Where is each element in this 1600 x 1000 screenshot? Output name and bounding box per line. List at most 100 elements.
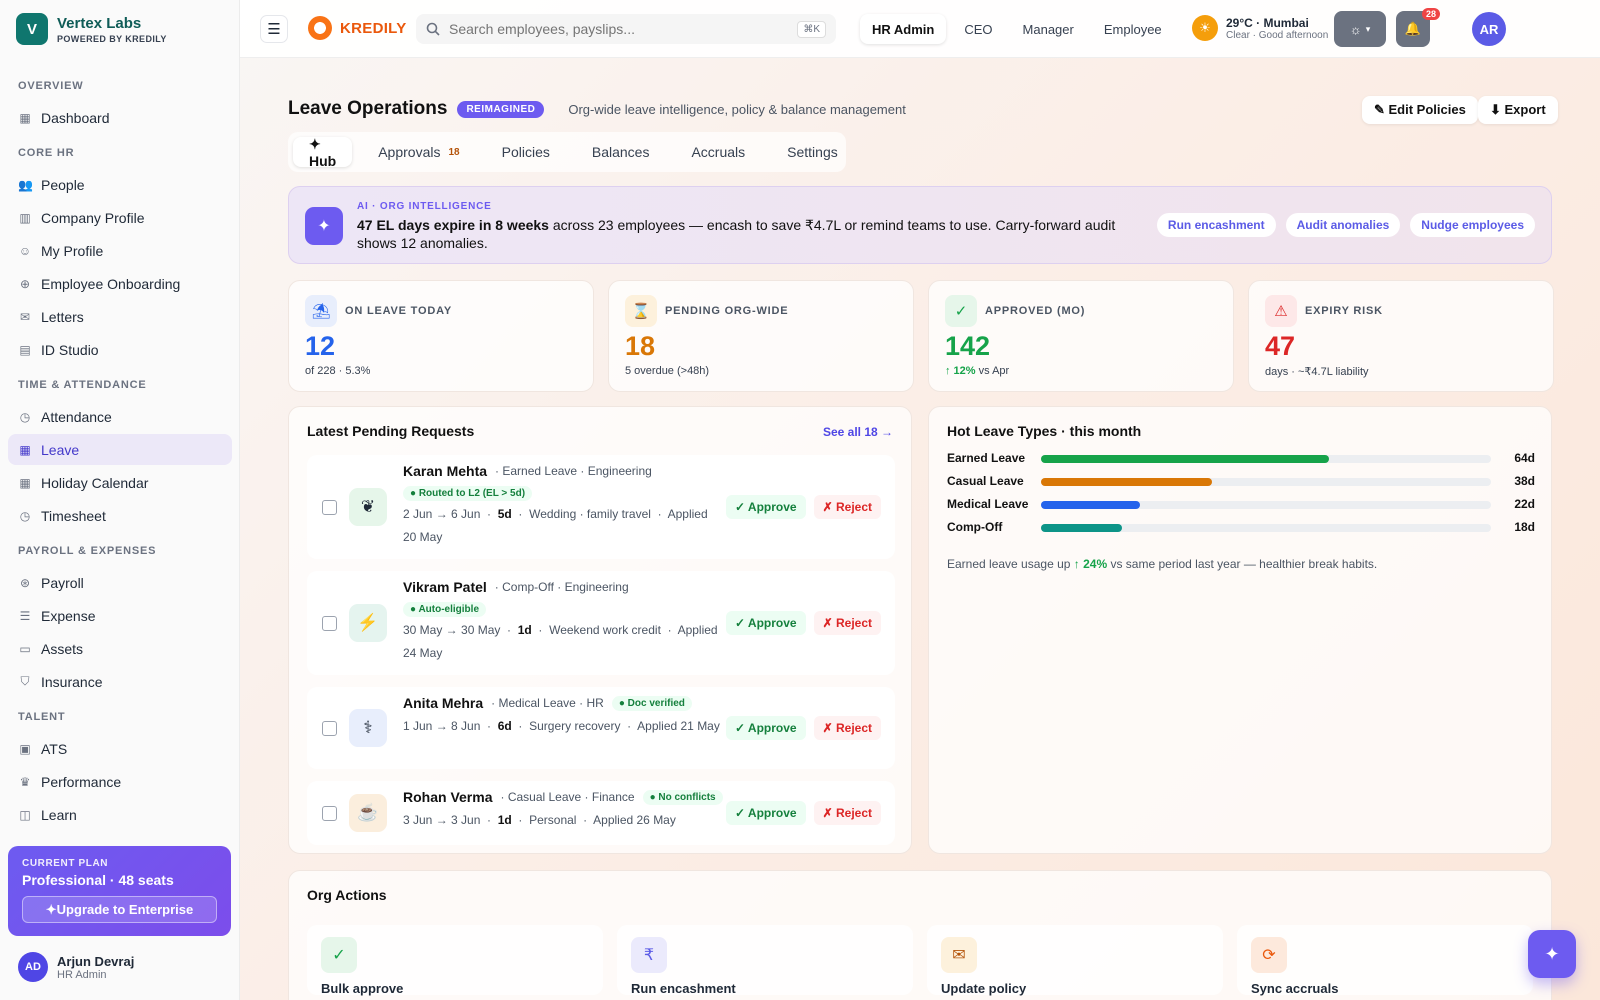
note-text: vs same period last year — healthier bre… xyxy=(1107,557,1378,571)
reject-button[interactable]: ✗ Reject xyxy=(813,801,881,825)
sidebar-item[interactable]: ⛉ Insurance xyxy=(8,666,232,697)
user-profile[interactable]: AD Arjun Devraj HR Admin xyxy=(18,952,134,982)
row-checkbox[interactable] xyxy=(322,806,337,821)
ai-action-button[interactable]: Nudge employees xyxy=(1410,213,1535,237)
tab-bar: ✦ Hub Approvals 18 Policies Balances Accruals… xyxy=(288,132,846,172)
separator: · xyxy=(511,507,530,521)
avatar[interactable]: AR xyxy=(1472,12,1506,46)
org-action-label: Sync accruals xyxy=(1251,981,1339,996)
sidebar-item[interactable]: ☆Reach XP xyxy=(8,832,232,836)
row-checkbox[interactable] xyxy=(322,721,337,736)
tab-item[interactable]: Policies xyxy=(486,137,566,167)
tab-item[interactable]: Approvals 18 xyxy=(362,137,475,167)
search-input[interactable] xyxy=(449,21,789,37)
sidebar-item-label: Expense xyxy=(41,607,96,624)
request-body: Karan Mehta · Earned Leave · Engineering ●… xyxy=(403,463,723,549)
tab-item[interactable]: ✦ Hub xyxy=(293,136,353,169)
weather-sun-icon: ☀ xyxy=(1192,15,1218,41)
sidebar-item[interactable]: ▦ Leave xyxy=(8,434,232,465)
sidebar-item[interactable]: ✉ Letters xyxy=(8,301,232,332)
reject-button[interactable]: ✗ Reject xyxy=(813,716,881,740)
leaf-icon: ❦ xyxy=(349,488,387,526)
check-icon: ✓ xyxy=(945,295,977,327)
hot-leave-note: Earned leave usage up ↑ 24% vs same peri… xyxy=(947,557,1377,571)
row-checkbox[interactable] xyxy=(322,500,337,515)
requester-name: Rohan Verma xyxy=(403,789,493,805)
sidebar-item[interactable]: ▥ Company Profile xyxy=(8,202,232,233)
page-subtitle: Org-wide leave intelligence, policy & ba… xyxy=(568,101,906,117)
tab-item[interactable]: Accruals xyxy=(675,137,761,167)
current-plan-card: CURRENT PLAN Professional · 48 seats ✦Up… xyxy=(8,846,231,936)
bell-icon: 🔔 xyxy=(1404,21,1422,36)
notifications-button[interactable]: 🔔 28 xyxy=(1396,8,1440,47)
leave-type-value: 18d xyxy=(1514,520,1535,534)
role-tab[interactable]: HR Admin xyxy=(860,14,947,44)
people-icon: 👥 xyxy=(18,177,33,192)
sidebar-item[interactable]: ▭ Assets xyxy=(8,633,232,664)
sparkle-icon: ✦ xyxy=(305,207,343,245)
usage-bar-fill xyxy=(1041,501,1140,509)
nav-section-title: OVERVIEW xyxy=(18,80,84,92)
tab-item[interactable]: Settings xyxy=(771,137,854,167)
request-body: Rohan Verma · Casual Leave · Finance ● No … xyxy=(403,789,723,832)
sparkle-icon: ✦ xyxy=(1544,943,1560,964)
leave-type-value: 22d xyxy=(1514,497,1535,511)
sidebar-item-label: Letters xyxy=(41,308,84,325)
request-body: Vikram Patel · Comp-Off · Engineering ● Au… xyxy=(403,579,723,665)
request-details: 30 May → 30 May · 1d · Weekend work cred… xyxy=(403,619,723,665)
org-action-card[interactable]: ₹ Run encashment xyxy=(617,925,913,996)
org-action-card[interactable]: ⟳ Sync accruals xyxy=(1237,925,1533,996)
sidebar-item[interactable]: ⊛ Payroll xyxy=(8,567,232,598)
tab-item[interactable]: Balances xyxy=(576,137,666,167)
approve-button[interactable]: ✓ Approve xyxy=(725,716,806,740)
assistant-fab-button[interactable]: ✦ xyxy=(1528,930,1576,978)
refresh-icon: ⟳ xyxy=(1251,937,1287,973)
sidebar-item[interactable]: ◫ Learn xyxy=(8,799,232,830)
kpi-card: ✓ APPROVED (MO) 142 ↑ 12% vs Apr xyxy=(928,280,1234,392)
row-checkbox[interactable] xyxy=(322,616,337,631)
clock-icon: ◷ xyxy=(19,409,31,424)
request-days: 6d xyxy=(497,719,512,733)
sidebar-item[interactable]: ♛ Performance xyxy=(8,766,232,797)
reject-button[interactable]: ✗ Reject xyxy=(813,495,881,519)
theme-toggle-button[interactable]: ☼ ▾ xyxy=(1334,11,1386,47)
ai-action-button[interactable]: Run encashment xyxy=(1156,213,1276,237)
org-action-card[interactable]: ✓ Bulk approve xyxy=(307,925,603,996)
role-tab[interactable]: CEO xyxy=(952,14,1004,44)
sidebar-item[interactable]: 👥 People xyxy=(8,169,232,200)
ai-action-button[interactable]: Audit anomalies xyxy=(1285,213,1401,237)
see-all-link[interactable]: See all 18 → xyxy=(823,425,893,439)
role-tab[interactable]: Manager xyxy=(1011,14,1086,44)
sidebar-item[interactable]: ◷ Timesheet xyxy=(8,500,232,531)
approve-button[interactable]: ✓ Approve xyxy=(725,611,806,635)
approve-button[interactable]: ✓ Approve xyxy=(725,801,806,825)
sidebar-item[interactable]: ☰ Expense xyxy=(8,600,232,631)
sidebar-item[interactable]: ◷ Attendance xyxy=(8,401,232,432)
kpi-subtext: days · ~₹4.7L liability xyxy=(1265,365,1369,378)
sidebar-item[interactable]: ▦ Dashboard xyxy=(8,102,232,133)
menu-icon[interactable]: ☰ xyxy=(260,15,288,43)
role-tab[interactable]: Employee xyxy=(1092,14,1174,44)
reject-button[interactable]: ✗ Reject xyxy=(813,611,881,635)
calendar-icon: ▦ xyxy=(19,475,31,490)
edit-policies-button[interactable]: ✎ Edit Policies xyxy=(1362,96,1478,124)
org-brand[interactable]: V Vertex Labs POWERED BY KREDILY xyxy=(16,13,167,45)
requester-name: Anita Mehra xyxy=(403,695,484,711)
approve-button[interactable]: ✓ Approve xyxy=(725,495,806,519)
kredily-brand[interactable]: KREDILY xyxy=(308,16,407,40)
kpi-value: 18 xyxy=(625,331,656,361)
sidebar-item[interactable]: ▤ ID Studio xyxy=(8,334,232,365)
sidebar-item-label: Payroll xyxy=(41,574,84,591)
org-action-label: Bulk approve xyxy=(321,981,404,996)
sidebar-item[interactable]: ▣ ATS xyxy=(8,733,232,764)
upgrade-button[interactable]: ✦Upgrade to Enterprise xyxy=(22,896,217,923)
separator: · xyxy=(511,719,530,733)
sidebar-item-label: Insurance xyxy=(41,673,103,690)
kpi-subtext-label: vs Apr xyxy=(975,365,1010,377)
sidebar-item[interactable]: ☺ My Profile xyxy=(8,235,232,266)
export-button[interactable]: ⬇ Export xyxy=(1478,96,1558,124)
sidebar-item[interactable]: ⊕ Employee Onboarding xyxy=(8,268,232,299)
org-action-card[interactable]: ✉ Update policy xyxy=(927,925,1223,996)
sidebar-item[interactable]: ▦ Holiday Calendar xyxy=(8,467,232,498)
shortcut-hint: ⌘K xyxy=(797,20,826,38)
